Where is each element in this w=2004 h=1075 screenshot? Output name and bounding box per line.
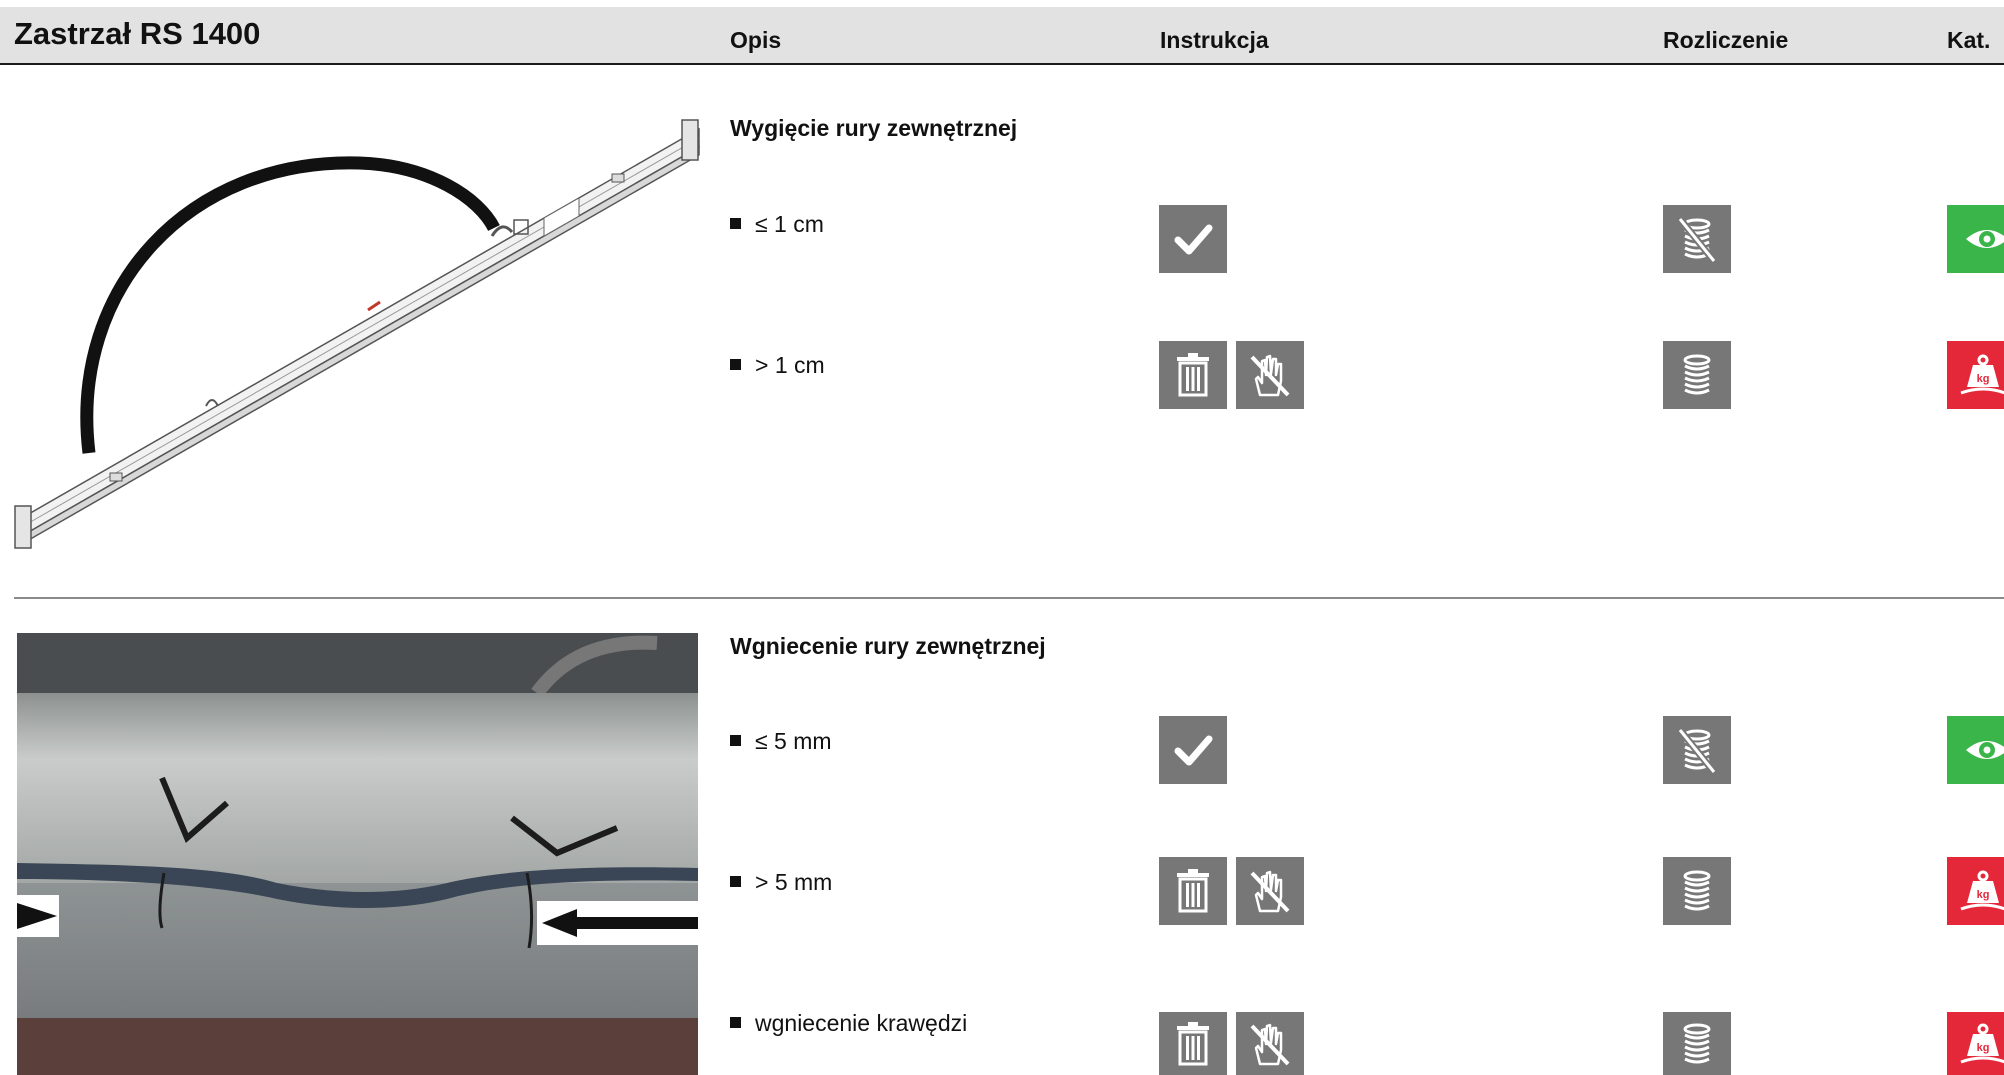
bullet-icon xyxy=(730,735,741,746)
weight-unit-label: kg xyxy=(1977,373,1990,385)
item-label: > 1 cm xyxy=(755,352,825,378)
coins-icon xyxy=(1663,1012,1731,1075)
no-touch-icon xyxy=(1236,1012,1304,1075)
coins-icon xyxy=(1663,857,1731,925)
bullet-icon xyxy=(730,359,741,370)
column-header-kat: Kat. xyxy=(1947,27,1991,53)
check-icon xyxy=(1159,205,1227,273)
bullet-icon xyxy=(730,876,741,887)
section-title: Wygięcie rury zewnętrznej xyxy=(730,115,1018,141)
list-item: > 1 cm xyxy=(730,352,825,379)
bullet-icon xyxy=(730,1017,741,1028)
table-header: Zastrzał RS 1400 Opis Instrukcja Rozlicz… xyxy=(0,7,2004,65)
weight-kg-icon: kg xyxy=(1947,857,2004,925)
item-label: ≤ 5 mm xyxy=(755,728,832,754)
eye-icon xyxy=(1947,716,2004,784)
weight-unit-label: kg xyxy=(1977,889,1990,901)
item-label: wgniecenie krawędzi xyxy=(755,1010,968,1036)
no-charge-icon xyxy=(1663,205,1731,273)
weight-unit-label: kg xyxy=(1977,1042,1990,1054)
column-header-opis: Opis xyxy=(730,27,782,53)
eye-icon xyxy=(1947,205,2004,273)
section-title: Wgniecenie rury zewnętrznej xyxy=(730,633,1046,659)
no-charge-icon xyxy=(1663,716,1731,784)
list-item: wgniecenie krawędzi xyxy=(730,1010,967,1037)
trash-icon xyxy=(1159,341,1227,409)
trash-icon xyxy=(1159,1012,1227,1075)
no-touch-icon xyxy=(1236,857,1304,925)
column-header-rozliczenie: Rozliczenie xyxy=(1663,27,1789,53)
coins-icon xyxy=(1663,341,1731,409)
bullet-icon xyxy=(730,218,741,229)
column-header-instrukcja: Instrukcja xyxy=(1160,27,1269,53)
weight-kg-icon: kg xyxy=(1947,341,2004,409)
dented-tube-photo xyxy=(17,633,698,1075)
section-divider xyxy=(14,597,2004,599)
no-touch-icon xyxy=(1236,341,1304,409)
list-item: > 5 mm xyxy=(730,869,832,896)
bent-brace-drawing xyxy=(14,118,704,558)
weight-kg-icon: kg xyxy=(1947,1012,2004,1075)
check-icon xyxy=(1159,716,1227,784)
item-label: > 5 mm xyxy=(755,869,833,895)
trash-icon xyxy=(1159,857,1227,925)
list-item: ≤ 5 mm xyxy=(730,728,832,755)
page-title: Zastrzał RS 1400 xyxy=(14,16,261,51)
item-label: ≤ 1 cm xyxy=(755,211,824,237)
list-item: ≤ 1 cm xyxy=(730,211,824,238)
